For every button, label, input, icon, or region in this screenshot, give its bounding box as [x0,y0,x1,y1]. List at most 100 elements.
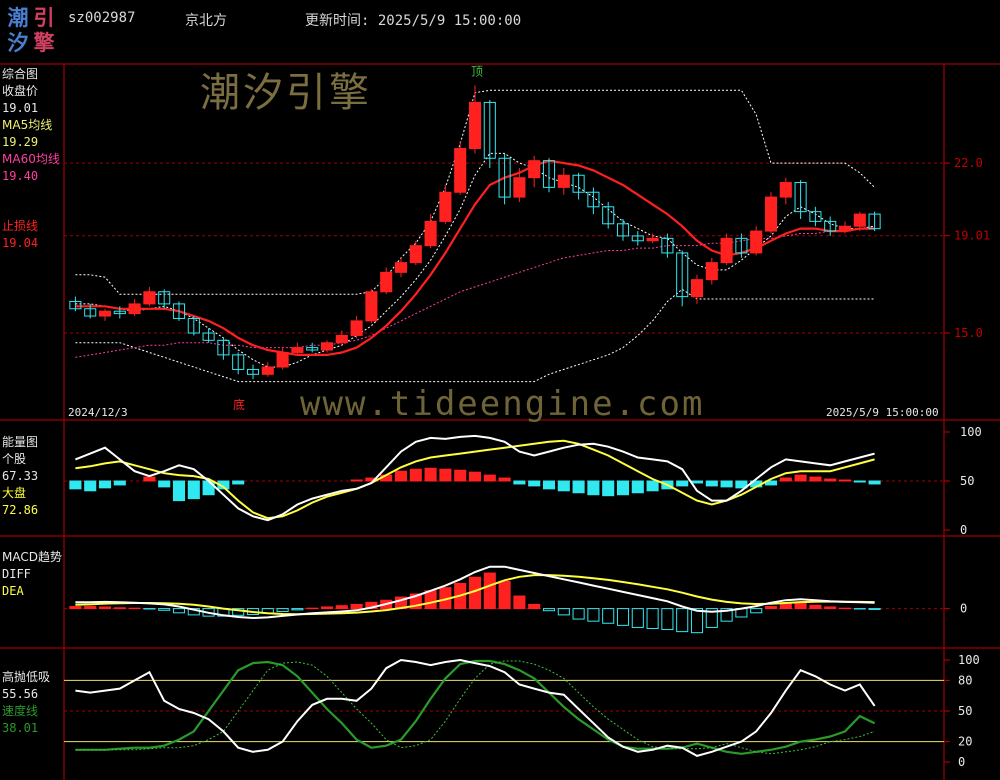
macd-bar [350,603,363,610]
candle-body [838,225,852,232]
diff-label: DIFF [2,567,31,581]
energy-market-value: 72.86 [2,503,39,517]
macd-bar [661,608,674,631]
energy-bar [424,467,437,482]
macd-bar [483,572,496,610]
stoploss-value: 19.04 [2,236,39,250]
energy-bar [172,480,186,502]
energy-bar [468,471,482,482]
macd-bar [98,606,112,610]
dea-label: DEA [2,584,24,598]
macd-bar [424,590,437,610]
candle-body [720,237,733,264]
tide-y-tick-label: 0 [958,755,965,769]
macd-bar [335,605,348,610]
energy-bar [794,474,807,482]
bottom-marker-label: 底 [233,397,245,412]
peak-marker-label: 顶 [471,64,483,78]
energy-bar [809,476,822,482]
energy-bar [232,480,245,485]
candle-body [513,177,526,198]
energy-bar [409,468,422,482]
macd-bar [646,608,659,629]
stock-code: sz002987 [68,10,136,26]
candle-body [468,101,482,150]
tide-y-tick-label: 100 [958,653,980,667]
candle-body [424,220,437,247]
watermark-url: www.tideengine.com [300,384,705,424]
energy-y-tick-label: 50 [960,474,974,488]
energy-bar [720,480,733,488]
macd-bar [676,608,689,633]
macd-bar [587,608,600,622]
energy-bar [202,480,215,496]
macd-bar [84,606,97,610]
energy-bar [454,469,467,482]
candle-body [779,182,792,198]
close-value: 19.01 [2,101,39,115]
macd-bar [158,608,171,611]
macd-bar [868,608,881,610]
energy-y-tick-label: 0 [960,523,967,537]
macd-bar [320,606,334,610]
candle-body [557,174,570,188]
energy-bar [498,477,511,482]
energy-stock-value: 67.33 [2,469,39,483]
macd-bar [690,608,704,634]
main-y-tick-label: 22.0 [954,156,983,170]
candle-body [261,366,274,375]
energy-bar [631,480,644,494]
candle-body [750,230,763,254]
update-time: 更新时间: 2025/5/9 15:00:00 [305,13,522,29]
main-panel-title: 综合图 [2,67,39,81]
energy-bar [187,480,200,500]
energy-bar [513,480,526,485]
candle-body [98,310,112,317]
energy-bar [158,480,171,488]
candle-body [764,196,778,232]
energy-bar [868,480,881,485]
tide-value: 55.56 [2,687,39,701]
ma60-value: 19.40 [2,169,39,183]
main-y-tick-label: 19.01 [954,229,990,243]
candle-body [454,148,467,193]
macd-bar [113,607,126,610]
main-candle-layer: 顶底 [69,64,881,412]
x-start-date: 2024/12/3 [68,406,128,419]
energy-stock-label: 个股 [2,452,27,466]
macd-layer [69,565,881,634]
x-end-date: 2025/5/9 15:00:00 [826,406,939,419]
tide-y-tick-label: 50 [958,704,972,718]
energy-bar [542,480,556,490]
energy-bar [98,480,112,489]
candle-body [291,347,304,353]
y-tick-labels: 22.0 19.01 15.0 100 50 0 0 100 80 50 20 0 [944,156,990,769]
logo-char: 汐 [7,30,29,55]
candle-body [409,245,422,264]
grid-layer [64,162,944,743]
candle-body [528,160,541,179]
tide-panel-title: 高抛低吸 [2,670,51,684]
candle-body [365,291,378,322]
speed-signal-line [75,660,875,755]
candle-body [439,191,452,222]
stoploss-label: 止损线 [2,219,39,233]
energy-bar [853,480,866,483]
ma5-line [75,152,875,368]
logo-char: 潮 [7,5,29,30]
energy-bar [572,480,585,494]
speed-line [75,659,876,755]
macd-bar [809,604,822,610]
stoploss-line [75,159,875,356]
candle-body [705,262,718,281]
macd-bar [69,606,82,610]
energy-panel-title: 能量图 [2,435,39,449]
candle-body [335,334,348,344]
macd-y-tick-label: 0 [960,602,967,616]
energy-bar [394,470,408,482]
logo-char: 引 [33,5,55,30]
macd-bar [276,608,289,613]
macd-panel-title: MACD趋势 [2,550,62,564]
macd-bar [750,608,763,614]
tide-y-tick-label: 20 [958,735,972,749]
